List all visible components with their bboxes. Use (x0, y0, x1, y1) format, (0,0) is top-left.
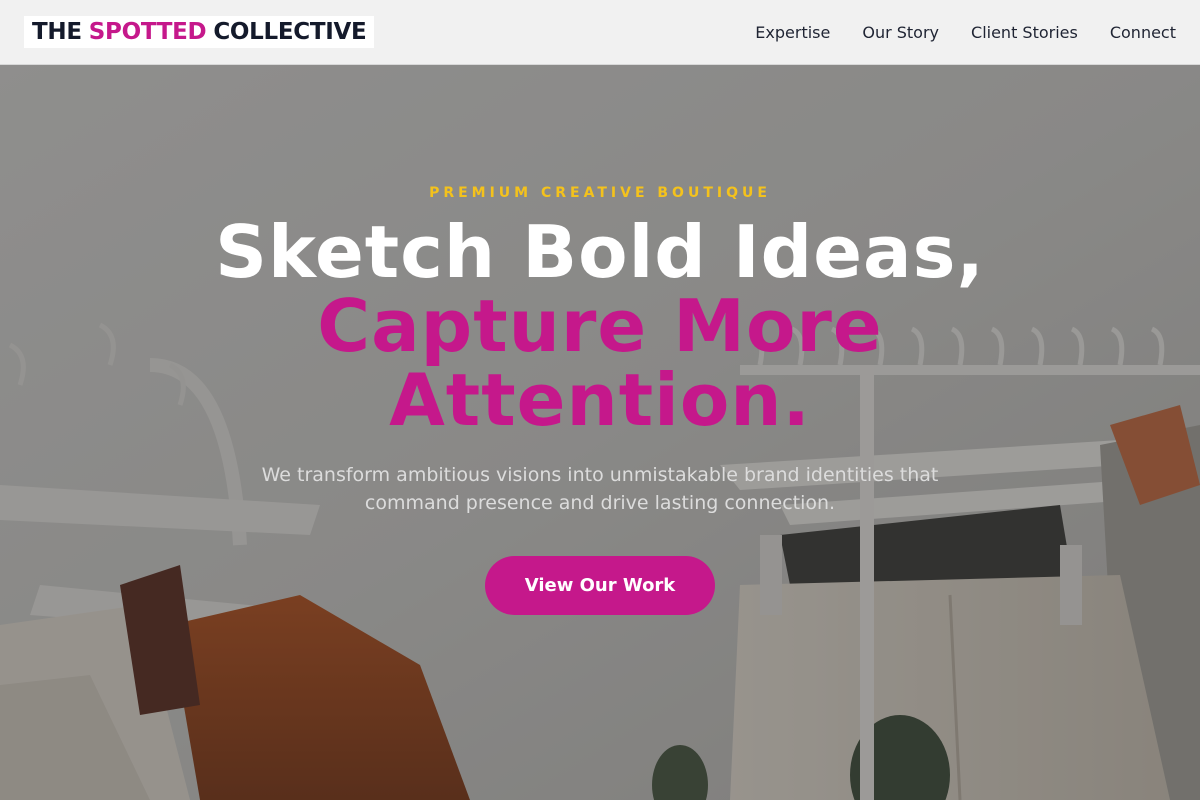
hero-subtitle: We transform ambitious visions into unmi… (261, 464, 939, 514)
hero-title: Sketch Bold Ideas, Capture More Attentio… (0, 215, 1200, 437)
hero-title-line-3: Attention. (389, 358, 811, 442)
nav-link-client-stories[interactable]: Client Stories (971, 23, 1078, 42)
logo-word-collective: COLLECTIVE (213, 19, 367, 45)
nav-link-our-story[interactable]: Our Story (862, 23, 939, 42)
nav-link-connect[interactable]: Connect (1110, 23, 1176, 42)
nav-link-expertise[interactable]: Expertise (755, 23, 830, 42)
logo-word-the: THE (32, 19, 82, 45)
site-header: THE SPOTTED COLLECTIVE Expertise Our Sto… (0, 0, 1200, 65)
main-nav: Expertise Our Story Client Stories Conne… (723, 23, 1176, 42)
hero-content: PREMIUM CREATIVE BOUTIQUE Sketch Bold Id… (0, 65, 1200, 800)
hero-eyebrow: PREMIUM CREATIVE BOUTIQUE (429, 185, 771, 201)
logo-word-spotted: SPOTTED (88, 19, 207, 45)
view-our-work-button[interactable]: View Our Work (485, 556, 715, 615)
hero-title-line-2: Capture More (317, 284, 883, 368)
hero-title-line-1: Sketch Bold Ideas, (215, 210, 985, 294)
hero-section: PREMIUM CREATIVE BOUTIQUE Sketch Bold Id… (0, 65, 1200, 800)
brand-logo[interactable]: THE SPOTTED COLLECTIVE (24, 16, 375, 48)
